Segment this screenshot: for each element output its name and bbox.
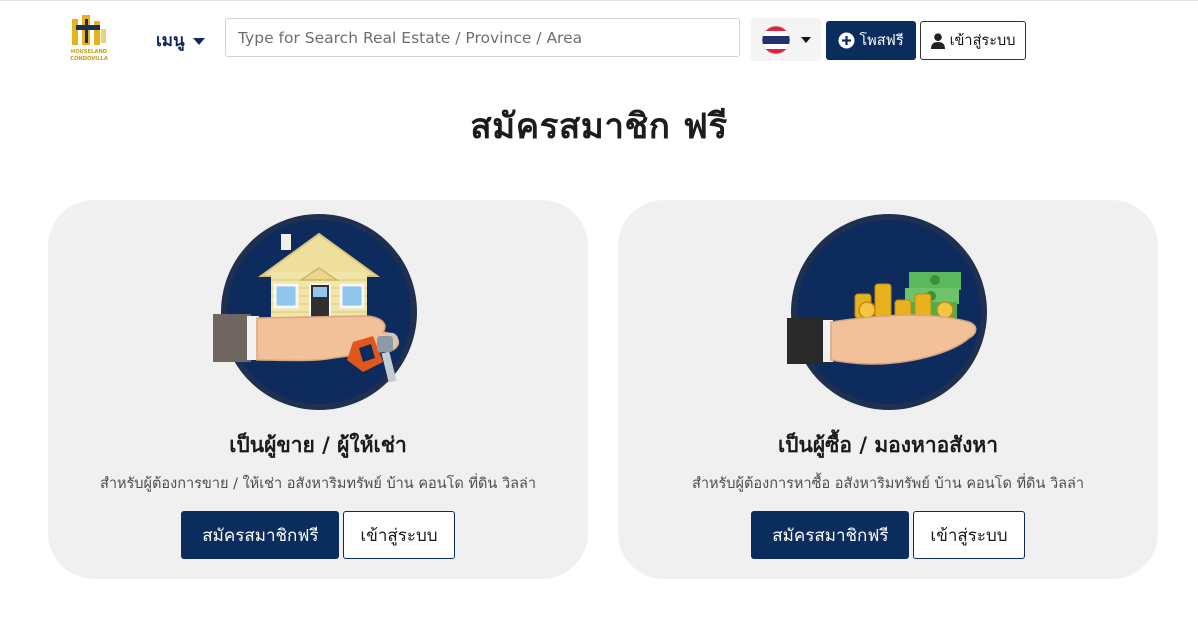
- header-login-label: เข้าสู่ระบบ: [949, 33, 1016, 49]
- page-title: สมัครสมาชิก ฟรี: [470, 107, 728, 147]
- seller-register-button[interactable]: สมัครสมาชิกฟรี: [181, 511, 340, 559]
- menu-dropdown[interactable]: เมนู: [156, 27, 205, 54]
- plus-circle-icon: [838, 32, 855, 49]
- menu-label: เมนู: [156, 31, 185, 51]
- user-icon: [930, 32, 945, 49]
- search-input[interactable]: [225, 18, 740, 57]
- buyer-register-button[interactable]: สมัครสมาชิกฟรี: [751, 511, 910, 559]
- logo-text-line1: HOUSELAND: [71, 49, 108, 55]
- logo-text-line2: CONDOVILLA: [70, 56, 108, 62]
- header-login-button[interactable]: เข้าสู่ระบบ: [920, 21, 1026, 60]
- seller-login-button[interactable]: เข้าสู่ระบบ: [343, 511, 455, 559]
- seller-card-title: เป็นผู้ขาย / ผู้ให้เช่า: [229, 433, 407, 457]
- caret-down-icon: [801, 36, 811, 43]
- buyer-card-title: เป็นผู้ซื้อ / มองหาอสังหา: [778, 433, 998, 457]
- buyer-card-description: สำหรับผู้ต้องการหาซื้อ อสังหาริมทรัพย์ บ…: [691, 476, 1085, 492]
- site-logo[interactable]: HOUSELAND CONDOVILLA: [66, 15, 112, 63]
- buyer-card: เป็นผู้ซื้อ / มองหาอสังหา สำหรับผู้ต้องก…: [618, 200, 1158, 579]
- house-in-hand-with-keys-icon: [213, 214, 417, 410]
- seller-card: เป็นผู้ขาย / ผู้ให้เช่า สำหรับผู้ต้องการ…: [48, 200, 588, 579]
- thailand-flag-icon: [761, 25, 791, 54]
- caret-down-icon: [192, 38, 205, 45]
- money-in-hand-icon: [787, 214, 987, 410]
- buyer-login-button[interactable]: เข้าสู่ระบบ: [913, 511, 1025, 559]
- language-selector[interactable]: [751, 18, 821, 61]
- seller-card-description: สำหรับผู้ต้องการขาย / ให้เช่า อสังหาริมท…: [99, 476, 537, 492]
- post-free-button[interactable]: โพสฟรี: [826, 21, 916, 60]
- post-free-label: โพสฟรี: [859, 33, 904, 49]
